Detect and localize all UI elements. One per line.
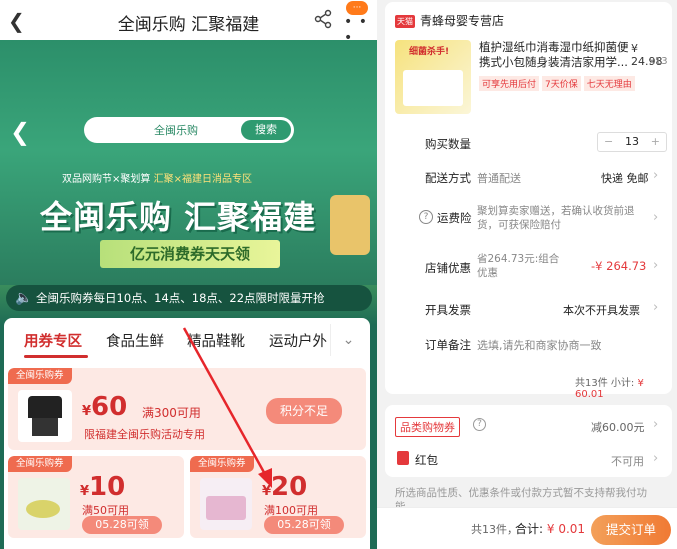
top-bar: ❮ 全闽乐购 汇聚福建 ··· • • • xyxy=(0,0,377,46)
bottom-bar: 共13件， 合计: ¥ 0.01 提交订单 xyxy=(377,507,677,549)
search-bar[interactable]: 全闽乐购 搜索 xyxy=(84,117,294,143)
tab-coupon-zone[interactable]: 用券专区 xyxy=(24,330,82,351)
chevron-down-icon[interactable]: ⌄ xyxy=(330,324,366,356)
bottom-count: 共13件， xyxy=(471,523,518,536)
towel-image xyxy=(200,478,252,530)
tab-shoes[interactable]: 精品鞋靴 xyxy=(187,330,245,351)
coupon-card[interactable]: 全闽乐购券 ¥10 满50可用 05.28可领 xyxy=(8,456,184,538)
left-panel: ❮ 全闽乐购 汇聚福建 ··· • • • ❮ 全闽乐购 搜索 双品网购节×聚划… xyxy=(0,0,377,549)
voucher-value[interactable]: 减60.00元 xyxy=(591,419,645,435)
notice-bar: 🔈 全闽乐购券每日10点、14点、18点、22点限时限量开抢 xyxy=(6,285,372,311)
insurance-label: 运费险 xyxy=(437,211,472,225)
tshirt-image xyxy=(18,390,72,442)
order-summary: 共13件 小计: ¥ 60.01 xyxy=(575,374,672,400)
chevron-right-icon[interactable]: › xyxy=(653,168,658,183)
voucher-label: 品类购物券 xyxy=(395,417,460,437)
coupon-area: 全闽乐购券 ¥60 满300可用 限福建全闽乐购活动专用 积分不足 全闽乐购券 … xyxy=(4,362,370,549)
red-packet-icon xyxy=(397,451,409,465)
product-name[interactable]: 植护湿纸巾消毒湿巾纸抑菌便携式小包随身装清洁家用学... xyxy=(479,40,629,70)
notification-badge: ··· xyxy=(346,1,368,15)
chevron-right-icon[interactable]: › xyxy=(653,417,658,432)
coupon-tag: 全闽乐购券 xyxy=(8,368,72,384)
coupon-desc: 限福建全闽乐购活动专用 xyxy=(84,428,205,441)
share-icon[interactable] xyxy=(312,8,334,30)
discount-desc: 省264.73元:组合优惠 xyxy=(477,253,560,279)
banner-back-icon[interactable]: ❮ xyxy=(10,118,30,146)
product-image[interactable]: 细菌杀手! xyxy=(395,40,471,114)
remark-input[interactable]: 选填,请先和商家协商一致 xyxy=(477,337,602,353)
tag-pay-later: 可享先用后付 xyxy=(479,76,540,91)
order-card: 天猫 青蜂母婴专营店 细菌杀手! 植护湿纸巾消毒湿巾纸抑菌便携式小包随身装清洁家用… xyxy=(385,2,672,400)
banner-headline: 全闽乐购 汇聚福建 xyxy=(40,198,317,236)
subtitle-a: 双品网购节×聚划算 xyxy=(62,174,151,185)
redpacket-label: 红包 xyxy=(415,453,438,467)
voucher-card: 品类购物券 ? 减60.00元 › 红包 不可用 › xyxy=(385,405,672,477)
submit-order-button[interactable]: 提交订单 xyxy=(591,515,671,545)
search-button[interactable]: 搜索 xyxy=(241,120,291,140)
banner-ribbon: 亿元消费券天天领 xyxy=(100,240,280,268)
coupon-condition: 满300可用 xyxy=(142,406,201,420)
help-icon[interactable]: ? xyxy=(473,418,486,431)
right-panel: 天猫 青蜂母婴专营店 细菌杀手! 植护湿纸巾消毒湿巾纸抑菌便携式小包随身装清洁家用… xyxy=(377,0,677,549)
plus-icon[interactable]: + xyxy=(651,135,660,148)
bottom-total: 合计: ¥ 0.01 xyxy=(515,522,586,536)
decorative-cup-icon xyxy=(330,195,370,255)
delivery-value[interactable]: 快递 免邮 xyxy=(601,170,649,186)
coupon-card[interactable]: 全闽乐购券 ¥20 满100可用 05.28可领 xyxy=(190,456,366,538)
category-tabs: 用券专区 食品生鲜 精品鞋靴 运动户外 ⌄ xyxy=(4,318,370,362)
quantity-label: 购买数量 xyxy=(425,137,471,151)
help-icon[interactable]: ? xyxy=(419,210,433,224)
tmall-badge: 天猫 xyxy=(395,15,415,28)
coupon-amount: ¥20 xyxy=(262,472,308,502)
shop-name: 青蜂母婴专营店 xyxy=(420,14,505,28)
chevron-right-icon[interactable]: › xyxy=(653,451,658,466)
active-tab-indicator xyxy=(24,355,88,358)
tab-outdoor[interactable]: 运动户外 xyxy=(269,330,327,351)
product-image-label: 细菌杀手! xyxy=(409,47,450,57)
quantity-stepper[interactable]: − 13 + xyxy=(597,132,667,152)
claim-date-button[interactable]: 05.28可领 xyxy=(82,516,162,534)
product-qty: x13 xyxy=(649,56,668,67)
invoice-value[interactable]: 本次不开具发票 xyxy=(563,302,640,318)
promo-banner: ❮ 全闽乐购 搜索 双品网购节×聚划算 汇聚×福建日消品专区 全闽乐购 汇聚福建… xyxy=(0,40,377,325)
tag-price-protect: 7天价保 xyxy=(542,76,581,91)
discount-label: 店铺优惠 xyxy=(425,261,471,275)
coupon-amount: ¥10 xyxy=(80,472,126,502)
shop-header[interactable]: 天猫 青蜂母婴专营店 xyxy=(395,12,504,29)
delivery-label: 配送方式 xyxy=(425,171,471,185)
tab-food[interactable]: 食品生鲜 xyxy=(106,330,164,351)
subtitle-b: 汇聚×福建日消品专区 xyxy=(153,174,252,185)
coupon-card[interactable]: 全闽乐购券 ¥60 满300可用 限福建全闽乐购活动专用 积分不足 xyxy=(8,368,366,450)
claim-date-button[interactable]: 05.28可领 xyxy=(264,516,344,534)
product-tags: 可享先用后付 7天价保 七天无理由 xyxy=(479,72,638,91)
coupon-tag: 全闽乐购券 xyxy=(8,456,72,472)
insurance-value: 聚划算卖家赠送，若确认收货前退货，可获保险赔付 xyxy=(477,205,635,231)
coupon-amount: ¥60 xyxy=(82,392,128,422)
tag-no-reason-return: 七天无理由 xyxy=(583,76,635,91)
coupon-tag: 全闽乐购券 xyxy=(190,456,254,472)
soap-image xyxy=(18,478,70,530)
banner-subtitle: 双品网购节×聚划算 汇聚×福建日消品专区 xyxy=(62,170,252,185)
chevron-right-icon[interactable]: › xyxy=(653,210,658,225)
screen: ❮ 全闽乐购 汇聚福建 ··· • • • ❮ 全闽乐购 搜索 双品网购节×聚划… xyxy=(0,0,677,549)
remark-label: 订单备注 xyxy=(425,338,471,352)
insufficient-points-button[interactable]: 积分不足 xyxy=(266,398,342,424)
delivery-mode: 普通配送 xyxy=(477,172,521,185)
search-placeholder: 全闽乐购 xyxy=(154,124,198,137)
chevron-right-icon[interactable]: › xyxy=(653,300,658,315)
summary-count: 共13件 xyxy=(575,378,608,389)
discount-value[interactable]: -¥ 264.73 xyxy=(591,259,646,273)
chevron-right-icon[interactable]: › xyxy=(653,258,658,273)
redpacket-value[interactable]: 不可用 xyxy=(611,453,644,469)
invoice-label: 开具发票 xyxy=(425,303,471,317)
notice-text: 全闽乐购券每日10点、14点、18点、22点限时限量开抢 xyxy=(36,291,325,305)
speaker-icon: 🔈 xyxy=(15,290,33,306)
summary-label: 小计: xyxy=(610,378,635,389)
